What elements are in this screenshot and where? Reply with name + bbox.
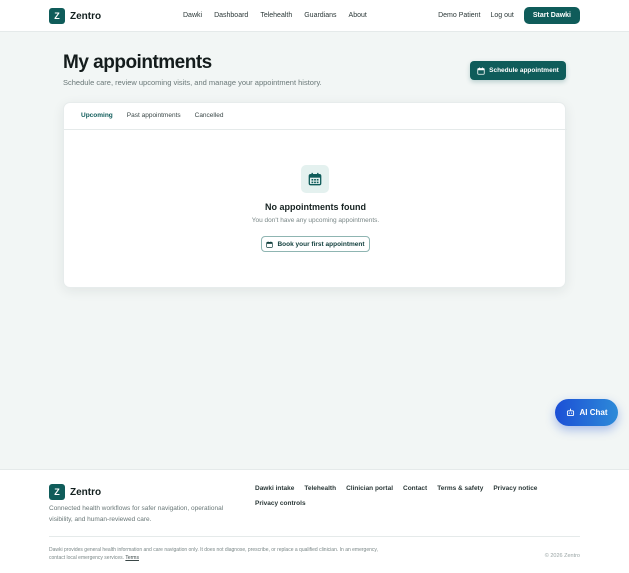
footer-link-privacy-notice[interactable]: Privacy notice (493, 485, 537, 492)
footer-brand-mark: Z (49, 484, 65, 500)
nav-guardians[interactable]: Guardians (304, 12, 336, 19)
footer-link-telehealth[interactable]: Telehealth (304, 485, 336, 492)
main-nav: Dawki Dashboard Telehealth Guardians Abo… (183, 12, 367, 19)
tabs-divider (64, 129, 567, 130)
tab-cancelled[interactable]: Cancelled (188, 103, 231, 130)
robot-icon (566, 408, 575, 417)
footer-disclaimer: Dawki provides general health informatio… (49, 547, 378, 561)
user-name-link[interactable]: Demo Patient (438, 12, 480, 19)
nav-dashboard[interactable]: Dashboard (214, 12, 248, 19)
footer-link-privacy-controls[interactable]: Privacy controls (255, 500, 306, 507)
footer-legal-text: Dawki provides general health informatio… (49, 546, 379, 562)
page-footer: Z Zentro Connected health workflows for … (0, 469, 629, 573)
page-title: My appointments (63, 52, 212, 73)
start-dawki-button[interactable]: Start Dawki (523, 7, 580, 24)
footer-copyright: © 2026 Zentro (544, 553, 580, 559)
brand-logo[interactable]: Z Zentro (49, 8, 101, 24)
header-actions: Demo Patient Log out Start Dawki (438, 7, 580, 24)
footer-brand[interactable]: Z Zentro (49, 484, 101, 500)
footer-terms-link[interactable]: Terms (125, 555, 139, 561)
book-first-appointment-button[interactable]: Book your first appointment (261, 236, 370, 252)
footer-link-clinician-portal[interactable]: Clinician portal (346, 485, 393, 492)
appointments-card: Upcoming Past appointments Cancelled No … (63, 102, 567, 288)
nav-telehealth[interactable]: Telehealth (260, 12, 292, 19)
schedule-appointment-button[interactable]: Schedule appointment (470, 61, 566, 80)
footer-description: Connected health workflows for safer nav… (49, 505, 224, 523)
empty-state-subtitle: You don't have any upcoming appointments… (251, 217, 380, 224)
footer-link-contact[interactable]: Contact (403, 485, 427, 492)
page-subtitle: Schedule care, review upcoming visits, a… (63, 78, 322, 87)
calendar-icon (308, 172, 322, 186)
logout-link[interactable]: Log out (491, 12, 514, 19)
empty-state-title: No appointments found (265, 202, 366, 212)
tab-past-appointments[interactable]: Past appointments (120, 103, 188, 130)
schedule-appointment-label: Schedule appointment (489, 67, 559, 74)
footer-brand-name: Zentro (70, 486, 102, 498)
top-header: Z Zentro Dawki Dashboard Telehealth Guar… (0, 0, 629, 32)
footer-link-dawki-intake[interactable]: Dawki intake (255, 485, 294, 492)
appointment-tabs: Upcoming Past appointments Cancelled (74, 103, 231, 130)
nav-dawki[interactable]: Dawki (183, 12, 202, 19)
calendar-icon (477, 67, 485, 75)
nav-about[interactable]: About (349, 12, 367, 19)
empty-state-icon (301, 165, 329, 193)
footer-links: Dawki intake Telehealth Clinician portal… (255, 485, 555, 507)
book-first-appointment-label: Book your first appointment (277, 240, 365, 248)
footer-divider (49, 536, 580, 537)
calendar-icon (266, 240, 274, 248)
ai-chat-button[interactable]: AI Chat (555, 399, 618, 426)
brand-name: Zentro (70, 10, 102, 22)
footer-link-terms-safety[interactable]: Terms & safety (437, 485, 483, 492)
tab-upcoming[interactable]: Upcoming (74, 103, 120, 130)
ai-chat-label: AI Chat (579, 408, 608, 417)
brand-mark: Z (49, 8, 65, 24)
